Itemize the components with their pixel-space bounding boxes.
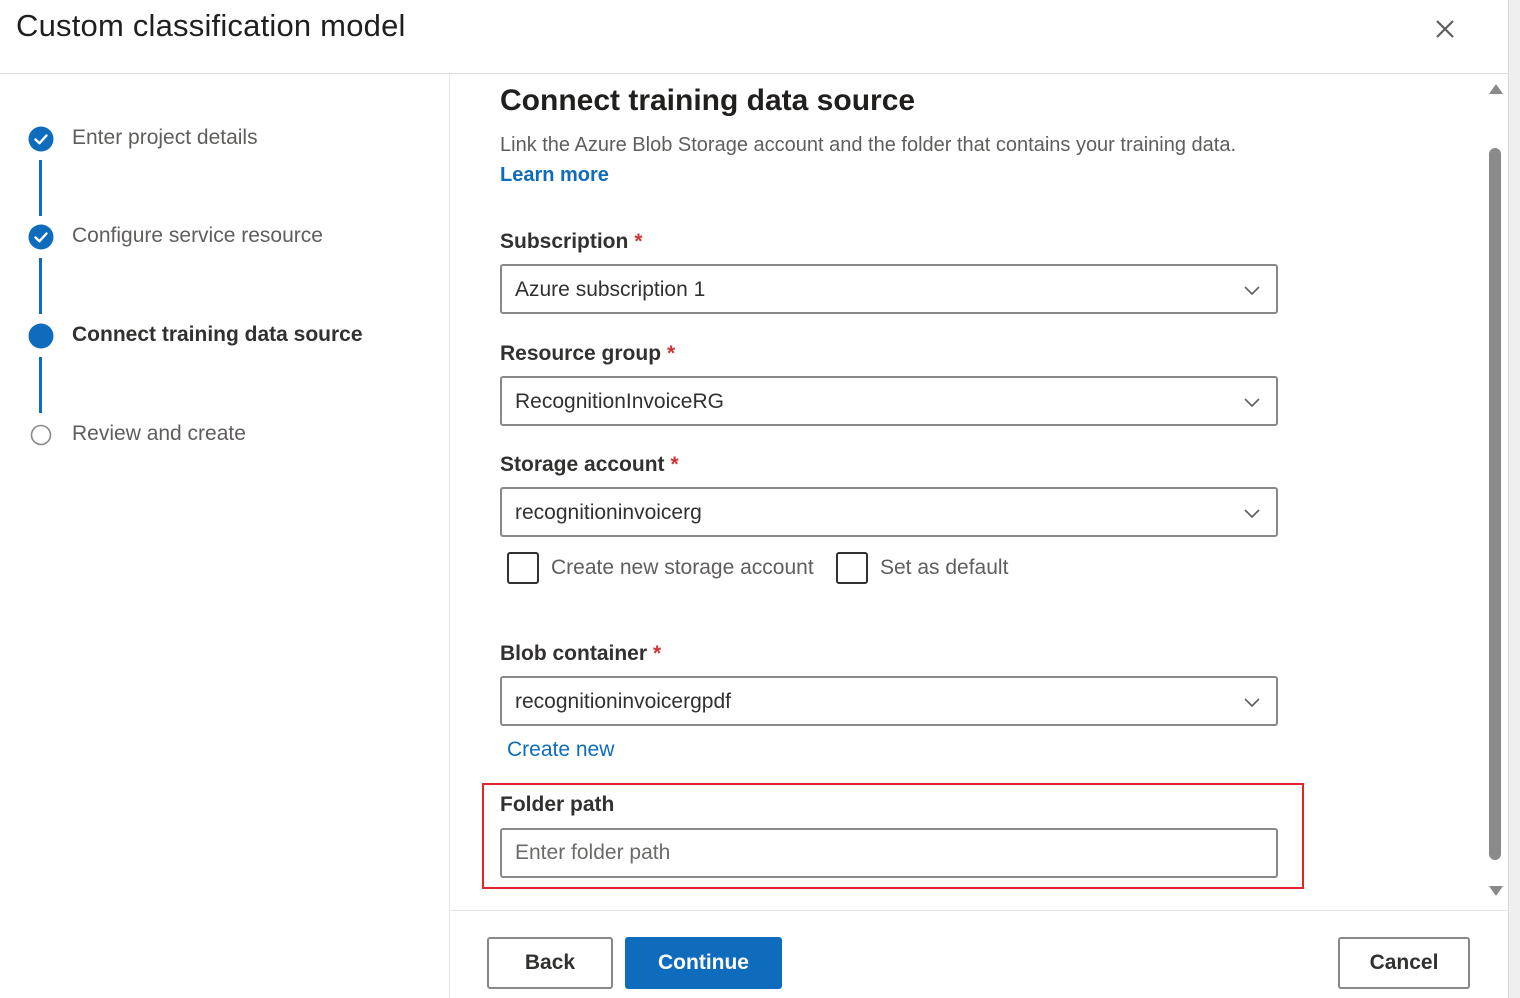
chevron-down-icon	[1244, 286, 1260, 296]
step-label: Connect training data source	[72, 323, 363, 346]
step-label: Review and create	[72, 422, 246, 445]
resource-group-label-text: Resource group	[500, 342, 662, 365]
checkmark-circle-icon	[28, 126, 54, 152]
close-button[interactable]	[1428, 12, 1462, 46]
back-button[interactable]: Back	[487, 937, 613, 989]
folder-path-label-text: Folder path	[500, 793, 615, 816]
chevron-down-icon	[1244, 509, 1260, 519]
create-new-storage-account-label: Create new storage account	[551, 556, 814, 579]
dialog-title: Custom classification model	[16, 8, 406, 43]
folder-path-label: Folder path	[500, 793, 614, 817]
subscription-dropdown[interactable]: Azure subscription 1	[500, 264, 1278, 314]
set-as-default-checkbox[interactable]	[836, 552, 868, 584]
section-title: Connect training data source	[500, 84, 916, 117]
storage-account-value: recognitioninvoicerg	[515, 501, 702, 524]
storage-account-label: Storage account *	[500, 453, 679, 477]
subscription-value: Azure subscription 1	[515, 278, 706, 301]
blob-container-label: Blob container *	[500, 642, 661, 666]
dialog-footer: Back Continue Cancel	[450, 910, 1508, 998]
folder-path-input[interactable]	[500, 828, 1278, 878]
scroll-thumb[interactable]	[1489, 148, 1501, 860]
form-content: Connect training data source Link the Az…	[450, 74, 1486, 910]
storage-account-dropdown[interactable]: recognitioninvoicerg	[500, 487, 1278, 537]
background-page-edge	[1508, 0, 1520, 998]
required-asterisk: *	[670, 453, 679, 476]
subscription-label-text: Subscription	[500, 230, 629, 253]
required-asterisk: *	[667, 342, 676, 365]
step-connect-training-data-source[interactable]: Connect training data source	[0, 315, 440, 355]
required-asterisk: *	[634, 230, 643, 253]
blob-container-value: recognitioninvoicergpdf	[515, 690, 731, 713]
step-label: Configure service resource	[72, 224, 323, 247]
learn-more-link[interactable]: Learn more	[500, 164, 609, 186]
step-enter-project-details[interactable]: Enter project details	[0, 118, 440, 158]
blob-container-dropdown[interactable]: recognitioninvoicergpdf	[500, 676, 1278, 726]
set-as-default-label: Set as default	[880, 556, 1009, 579]
current-step-dot-icon	[28, 323, 54, 349]
storage-account-label-text: Storage account	[500, 453, 665, 476]
wizard-steps: Enter project details Configure service …	[0, 74, 450, 998]
checkmark-circle-icon	[28, 224, 54, 250]
chevron-down-icon	[1244, 698, 1260, 708]
scroll-up-arrow-icon[interactable]	[1489, 84, 1503, 94]
step-review-and-create[interactable]: Review and create	[0, 414, 440, 454]
description-text: Link the Azure Blob Storage account and …	[500, 134, 1237, 156]
chevron-down-icon	[1244, 398, 1260, 408]
create-new-container-link[interactable]: Create new	[507, 738, 614, 762]
required-asterisk: *	[653, 642, 662, 665]
resource-group-dropdown[interactable]: RecognitionInvoiceRG	[500, 376, 1278, 426]
dialog: Custom classification model Enter projec…	[0, 0, 1508, 998]
step-connector	[39, 357, 42, 413]
blob-container-label-text: Blob container	[500, 642, 648, 665]
continue-button[interactable]: Continue	[625, 937, 782, 989]
content-scrollbar[interactable]	[1486, 80, 1506, 900]
step-configure-service-resource[interactable]: Configure service resource	[0, 216, 440, 256]
resource-group-label: Resource group *	[500, 342, 675, 366]
step-connector	[39, 160, 42, 216]
step-connector	[39, 258, 42, 314]
resource-group-value: RecognitionInvoiceRG	[515, 390, 724, 413]
empty-circle-icon	[30, 424, 52, 446]
section-description: Link the Azure Blob Storage account and …	[500, 130, 1280, 190]
dialog-header: Custom classification model	[0, 0, 1508, 74]
step-label: Enter project details	[72, 126, 258, 149]
subscription-label: Subscription *	[500, 230, 643, 254]
scroll-down-arrow-icon[interactable]	[1489, 886, 1503, 896]
cancel-button[interactable]: Cancel	[1338, 937, 1470, 989]
create-new-storage-account-checkbox[interactable]	[507, 552, 539, 584]
close-icon	[1436, 20, 1454, 38]
